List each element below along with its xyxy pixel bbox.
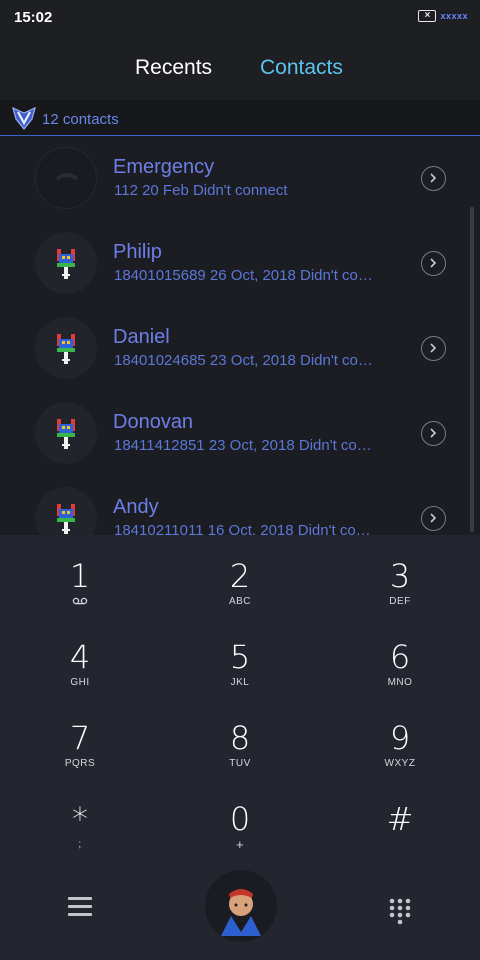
avatar bbox=[35, 317, 97, 379]
chevron-right-icon bbox=[430, 428, 437, 438]
contact-detail: 18401024685 23 Oct, 2018 Didn't connect bbox=[114, 352, 376, 369]
contact-detail: 18411412851 23 Oct, 2018 Didn't connect bbox=[114, 437, 376, 454]
key-5[interactable]: 5 JKL bbox=[160, 626, 320, 706]
key-letters: + bbox=[235, 837, 245, 852]
key-digit: 6 bbox=[389, 638, 411, 676]
key-7[interactable]: 7 PQRS bbox=[0, 707, 160, 787]
key-hash[interactable]: # bbox=[320, 788, 480, 868]
contact-info-button[interactable] bbox=[421, 251, 446, 276]
chevron-right-icon bbox=[430, 173, 437, 183]
contact-name: Philip bbox=[113, 241, 162, 263]
contacts-header: 12 contacts bbox=[0, 100, 480, 136]
key-6[interactable]: 6 MNO bbox=[320, 626, 480, 706]
robot-icon bbox=[57, 249, 75, 279]
contact-info-button[interactable] bbox=[421, 506, 446, 531]
status-bar: 15:02 × xxxxx bbox=[0, 0, 480, 34]
key-star[interactable]: * ; bbox=[0, 788, 160, 868]
chevron-right-icon bbox=[430, 343, 437, 353]
key-8[interactable]: 8 TUV bbox=[160, 707, 320, 787]
character-avatar-dial-icon[interactable] bbox=[205, 870, 277, 942]
key-3[interactable]: 3 DEF bbox=[320, 545, 480, 625]
key-letters: ABC bbox=[228, 596, 252, 607]
avatar bbox=[35, 232, 97, 294]
key-digit: * bbox=[72, 800, 88, 838]
contact-name: Andy bbox=[113, 496, 159, 518]
contact-name: Emergency bbox=[113, 156, 215, 178]
key-letters: GHI bbox=[70, 677, 90, 688]
key-1[interactable]: 1 bbox=[0, 545, 160, 625]
contact-info-button[interactable] bbox=[421, 166, 446, 191]
robot-icon bbox=[57, 334, 75, 364]
list-item[interactable]: Donovan 18411412851 23 Oct, 2018 Didn't … bbox=[0, 392, 480, 477]
key-letters: MNO bbox=[387, 677, 413, 688]
avatar bbox=[35, 487, 97, 535]
contact-name: Daniel bbox=[113, 326, 170, 348]
status-time: 15:02 bbox=[14, 9, 53, 26]
contact-info-button[interactable] bbox=[421, 421, 446, 446]
dialpad-grid-icon[interactable] bbox=[388, 897, 412, 925]
tab-recents[interactable]: Recents bbox=[135, 56, 212, 80]
key-letters: ; bbox=[78, 839, 82, 850]
contacts-count: 12 contacts bbox=[42, 111, 119, 128]
key-letters: WXYZ bbox=[384, 758, 416, 769]
contact-detail: 18401015689 26 Oct, 2018 Didn't connect bbox=[114, 267, 376, 284]
contact-list[interactable]: Emergency 112 20 Feb Didn't connect Phil… bbox=[0, 137, 480, 535]
key-letters: DEF bbox=[389, 596, 411, 607]
key-digit: 3 bbox=[389, 557, 411, 595]
contact-detail: 18410211011 16 Oct, 2018 Didn't connect bbox=[114, 522, 376, 535]
list-item[interactable]: Daniel 18401024685 23 Oct, 2018 Didn't c… bbox=[0, 307, 480, 392]
list-item[interactable]: Philip 18401015689 26 Oct, 2018 Didn't c… bbox=[0, 222, 480, 307]
avatar bbox=[35, 147, 97, 209]
key-letters: TUV bbox=[229, 758, 251, 769]
tab-contacts[interactable]: Contacts bbox=[260, 56, 343, 80]
avatar bbox=[35, 402, 97, 464]
hamburger-menu-icon[interactable] bbox=[68, 897, 92, 919]
chevron-right-icon bbox=[430, 258, 437, 268]
key-digit: 8 bbox=[229, 719, 251, 757]
contact-info-button[interactable] bbox=[421, 336, 446, 361]
carrier-label: xxxxx bbox=[440, 11, 468, 21]
list-scrollbar[interactable] bbox=[470, 207, 474, 532]
contact-name: Donovan bbox=[113, 411, 194, 433]
list-item[interactable]: Andy 18410211011 16 Oct, 2018 Didn't con… bbox=[0, 477, 480, 535]
key-9[interactable]: 9 WXYZ bbox=[320, 707, 480, 787]
key-digit: 0 bbox=[229, 800, 251, 838]
battery-x-icon: × bbox=[418, 10, 437, 22]
phone-icon bbox=[55, 173, 79, 181]
tab-bar: Recents Contacts bbox=[0, 34, 480, 100]
shield-v-logo-icon bbox=[12, 106, 36, 130]
key-letters: PQRS bbox=[64, 758, 96, 769]
key-digit: 9 bbox=[389, 719, 411, 757]
key-4[interactable]: 4 GHI bbox=[0, 626, 160, 706]
key-digit: 4 bbox=[69, 638, 91, 676]
key-digit: 5 bbox=[229, 638, 251, 676]
key-digit: 2 bbox=[229, 557, 251, 595]
key-2[interactable]: 2 ABC bbox=[160, 545, 320, 625]
voicemail-icon bbox=[0, 596, 160, 608]
key-digit: 1 bbox=[69, 557, 91, 595]
robot-icon bbox=[57, 419, 75, 449]
key-digit: 7 bbox=[69, 719, 91, 757]
list-item[interactable]: Emergency 112 20 Feb Didn't connect bbox=[0, 137, 480, 222]
status-indicators: × xxxxx bbox=[418, 10, 468, 22]
key-digit: # bbox=[386, 800, 414, 838]
contact-detail: 112 20 Feb Didn't connect bbox=[114, 182, 288, 199]
chevron-right-icon bbox=[430, 513, 437, 523]
robot-icon bbox=[57, 504, 75, 534]
key-letters: JKL bbox=[230, 677, 250, 688]
key-0[interactable]: 0 + bbox=[160, 788, 320, 868]
